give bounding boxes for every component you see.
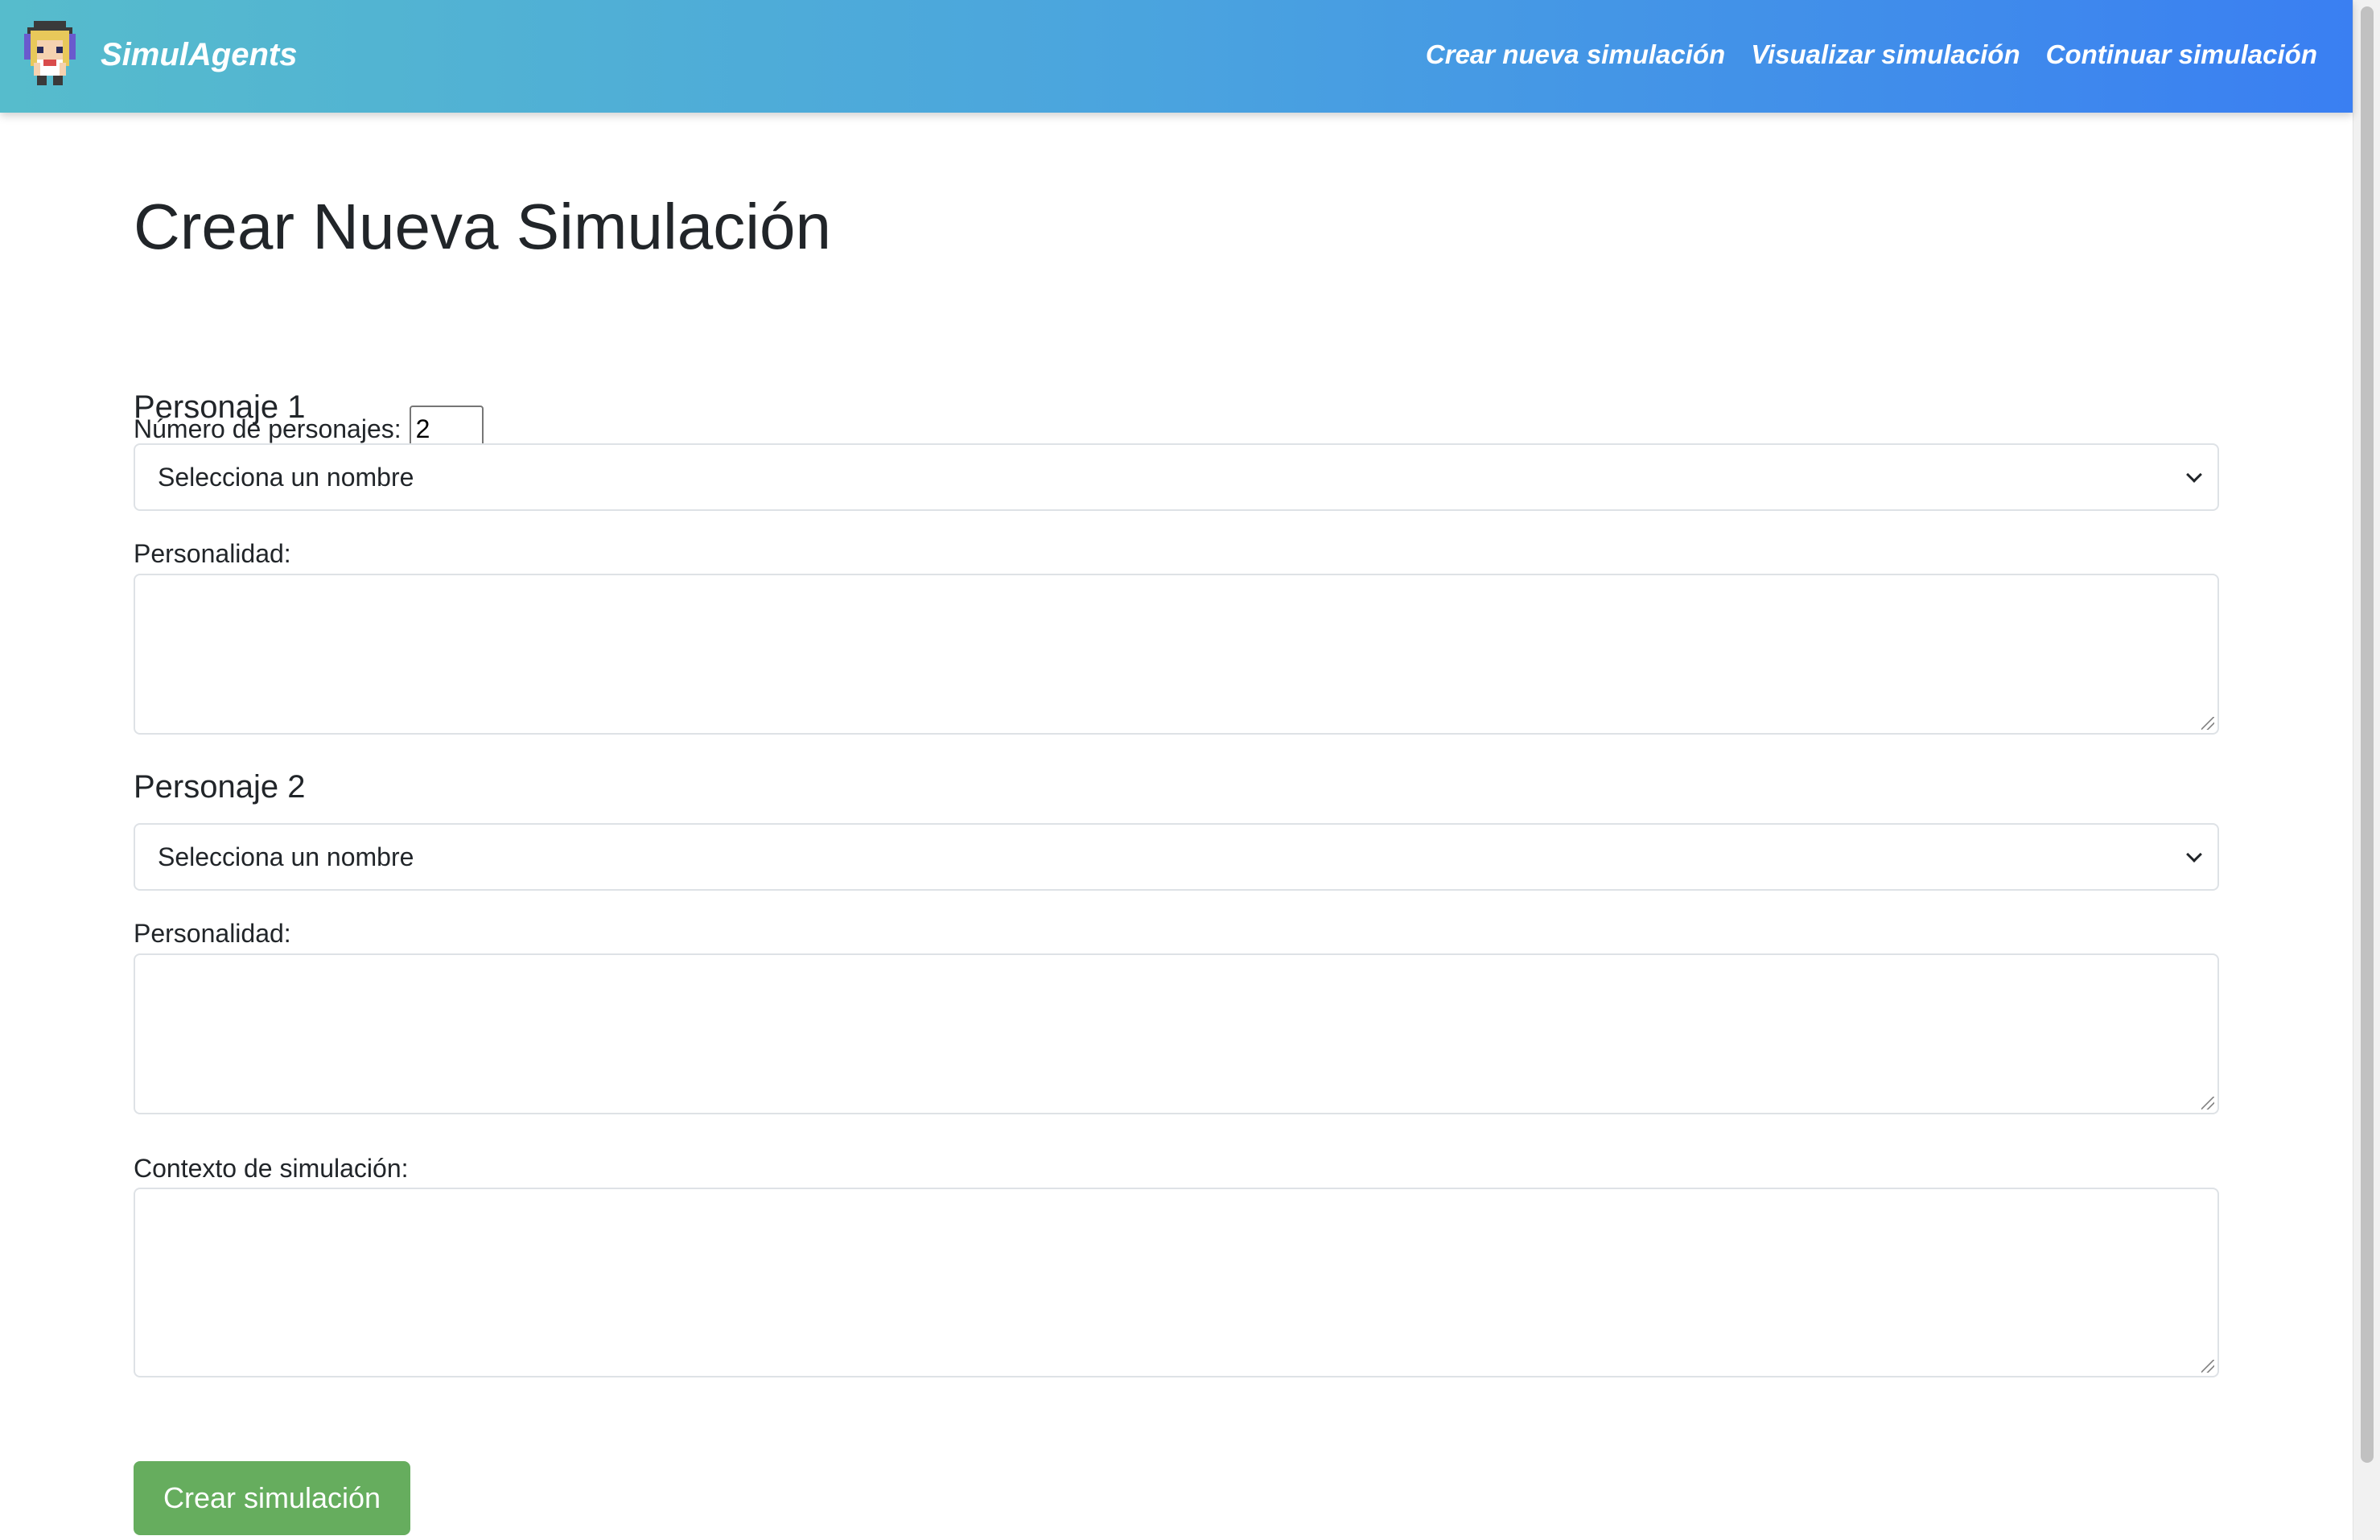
character-2-name-select[interactable]: Selecciona un nombre [134, 823, 2219, 891]
nav-links: Crear nueva simulación Visualizar simula… [1426, 32, 2317, 77]
character-2-heading: Personaje 2 [134, 769, 306, 805]
character-1-heading: Personaje 1 [134, 389, 306, 425]
nav-link-crear-nueva-simulacion[interactable]: Crear nueva simulación [1426, 32, 1725, 77]
character-2-personality-label: Personalidad: [134, 919, 291, 948]
nav-link-continuar-simulacion[interactable]: Continuar simulación [2046, 32, 2317, 77]
resize-handle-icon[interactable] [2201, 1097, 2214, 1110]
character-1-personality-label: Personalidad: [134, 539, 291, 568]
nav-link-visualizar-simulacion[interactable]: Visualizar simulación [1751, 32, 2020, 77]
vertical-scrollbar[interactable] [2353, 0, 2380, 1540]
brand-logo-icon[interactable] [24, 21, 76, 89]
create-simulation-button[interactable]: Crear simulación [134, 1461, 410, 1535]
chevron-down-icon [2186, 846, 2202, 863]
character-1-select-value: Selecciona un nombre [158, 462, 414, 492]
character-2-select-value: Selecciona un nombre [158, 842, 414, 871]
resize-handle-icon[interactable] [2201, 717, 2214, 730]
character-1-personality-textarea[interactable] [134, 574, 2219, 735]
top-navbar: SimulAgents Crear nueva simulación Visua… [0, 0, 2353, 113]
scrollbar-thumb[interactable] [2361, 6, 2374, 1463]
character-2-personality-textarea[interactable] [134, 953, 2219, 1114]
brand-name[interactable]: SimulAgents [101, 32, 297, 77]
page-title: Crear Nueva Simulación [134, 191, 832, 262]
simulation-context-textarea[interactable] [134, 1188, 2219, 1377]
simulation-context-label: Contexto de simulación: [134, 1154, 409, 1183]
resize-handle-icon[interactable] [2201, 1360, 2214, 1373]
character-1-name-select[interactable]: Selecciona un nombre [134, 443, 2219, 511]
chevron-down-icon [2186, 467, 2202, 483]
